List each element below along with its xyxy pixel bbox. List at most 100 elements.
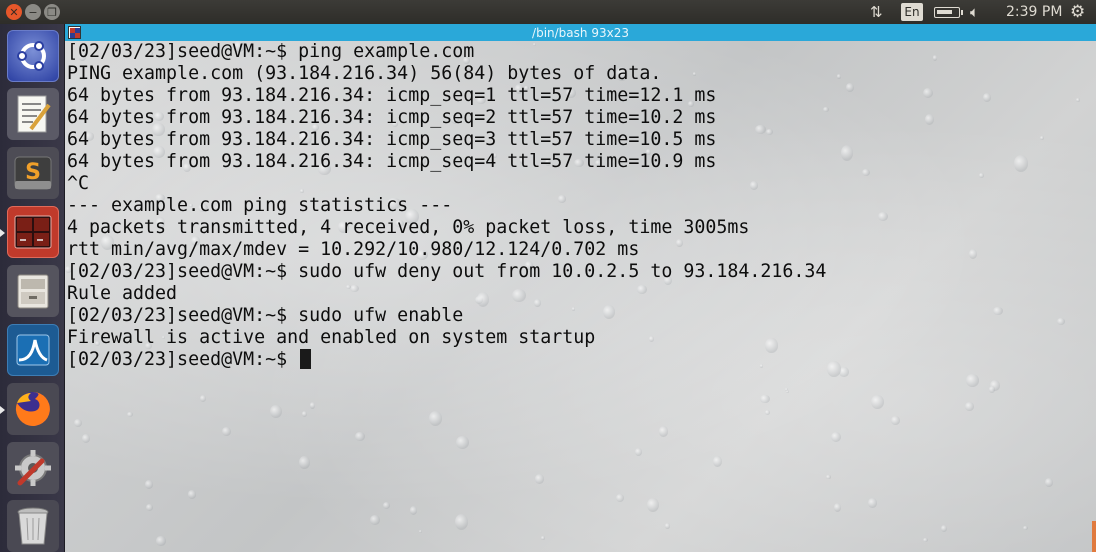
launcher-item-system-settings[interactable] <box>7 442 59 494</box>
terminal-icon <box>68 26 81 39</box>
raindrop <box>665 523 670 529</box>
launcher-item-terminal[interactable] <box>7 206 59 258</box>
raindrop <box>940 525 947 533</box>
terminal-line: [02/03/23]seed@VM:~$ sudo ufw enable <box>67 305 464 326</box>
terminal-line: 64 bytes from 93.184.216.34: icmp_seq=3 … <box>67 129 717 150</box>
running-indicator <box>0 406 5 414</box>
terminal-titlebar[interactable]: /bin/bash 93x23 <box>65 24 1096 41</box>
close-icon: ✕ <box>9 5 19 19</box>
battery-indicator[interactable] <box>934 7 963 18</box>
raindrop <box>760 394 770 403</box>
raindrop <box>382 502 391 509</box>
raindrop <box>418 529 423 534</box>
raindrop <box>221 427 231 437</box>
raindrop <box>965 401 974 411</box>
raindrop <box>309 402 316 410</box>
raindrop <box>922 87 933 98</box>
raindrop <box>989 386 996 393</box>
raindrop <box>409 506 418 516</box>
raindrop <box>1039 135 1045 140</box>
raindrop <box>1014 155 1028 172</box>
settings-icon <box>15 450 51 486</box>
file-cabinet-icon <box>17 274 49 309</box>
raindrop <box>1076 98 1080 103</box>
launcher-item-trash[interactable] <box>7 500 59 552</box>
raindrop <box>634 448 642 457</box>
maximize-window-button[interactable]: ❐ <box>44 4 60 20</box>
terminal-line: --- example.com ping statistics --- <box>67 195 453 216</box>
raindrop <box>1057 318 1065 326</box>
terminal-line: [02/03/23]seed@VM:~$ sudo ufw deny out f… <box>67 261 827 282</box>
raindrop <box>126 411 134 418</box>
launcher-item-text-editor[interactable] <box>7 88 59 140</box>
keyboard-layout-indicator[interactable]: En <box>901 3 923 21</box>
session-menu-button[interactable]: ⚙ <box>1070 0 1090 24</box>
terminal-output: [02/03/23]seed@VM:~$ ping example.com PIN… <box>67 41 826 371</box>
raindrop <box>534 473 545 484</box>
terminal-icon <box>14 215 52 249</box>
terminal-line: [02/03/23]seed@VM:~$ ping example.com <box>67 41 475 62</box>
raindrop <box>199 395 206 403</box>
raindrop <box>145 480 153 489</box>
restore-icon: ❐ <box>47 5 57 19</box>
close-window-button[interactable]: ✕ <box>6 4 22 20</box>
raindrop <box>659 426 668 437</box>
terminal-line: Rule added <box>67 283 178 304</box>
scrollbar-handle[interactable] <box>1092 521 1096 552</box>
raindrop <box>837 74 842 79</box>
launcher-item-ubuntu-dash[interactable] <box>7 30 59 82</box>
top-panel: ✕ − ❐ ⇅ En 🔈︎ 2:39 PM ⚙ <box>0 0 1096 24</box>
raindrop <box>891 416 901 425</box>
launcher-item-files[interactable] <box>7 265 59 317</box>
raindrop <box>993 306 1004 316</box>
terminal-body[interactable]: [02/03/23]seed@VM:~$ ping example.com PIN… <box>65 41 1096 552</box>
raindrop <box>965 373 980 387</box>
raindrop <box>1045 478 1053 487</box>
launcher: S <box>0 24 65 552</box>
terminal-title: /bin/bash 93x23 <box>532 25 629 40</box>
terminal-prompt-line[interactable]: [02/03/23]seed@VM:~$ <box>67 349 826 371</box>
raindrop <box>870 394 885 410</box>
raindrop <box>615 494 624 502</box>
terminal-line: Firewall is active and enabled on system… <box>67 327 596 348</box>
raindrop <box>82 434 90 443</box>
raindrop <box>187 490 197 500</box>
svg-text:S: S <box>25 160 41 185</box>
volume-indicator[interactable]: 🔈︎ <box>970 0 990 24</box>
speaker-icon: 🔈︎ <box>970 3 980 21</box>
minimize-icon: − <box>28 5 38 19</box>
raindrop <box>355 431 365 442</box>
terminal-line: 64 bytes from 93.184.216.34: icmp_seq=2 … <box>67 107 717 128</box>
raindrop <box>299 456 310 469</box>
raindrop <box>933 55 938 61</box>
wireshark-icon <box>16 334 50 366</box>
raindrop <box>925 113 934 125</box>
clock[interactable]: 2:39 PM <box>1006 0 1062 24</box>
raindrop <box>846 82 854 92</box>
raindrop <box>541 536 545 540</box>
raindrop <box>646 497 659 513</box>
launcher-item-sublime-text[interactable]: S <box>7 147 59 199</box>
raindrop <box>827 361 841 378</box>
network-transfer-icon: ⇅ <box>870 3 883 21</box>
sublime-text-icon: S <box>14 156 52 190</box>
terminal-line: 64 bytes from 93.184.216.34: icmp_seq=1 … <box>67 85 717 106</box>
raindrop <box>73 419 82 428</box>
raindrop <box>302 410 308 417</box>
network-indicator[interactable]: ⇅ <box>870 0 890 24</box>
launcher-item-wireshark[interactable] <box>7 324 59 376</box>
terminal-line: ^C <box>67 173 90 194</box>
ubuntu-logo-icon <box>17 41 46 71</box>
minimize-window-button[interactable]: − <box>25 4 41 20</box>
raindrop <box>861 168 871 177</box>
raindrop <box>826 475 831 479</box>
launcher-item-firefox[interactable] <box>7 383 59 435</box>
trash-icon <box>17 507 49 545</box>
terminal-line: rtt min/avg/max/mdev = 10.292/10.980/12.… <box>67 239 640 260</box>
raindrop <box>983 93 992 103</box>
raindrop <box>369 515 380 526</box>
raindrop <box>429 410 443 426</box>
raindrop <box>979 173 984 179</box>
raindrop <box>840 145 853 162</box>
raindrop <box>877 211 889 222</box>
